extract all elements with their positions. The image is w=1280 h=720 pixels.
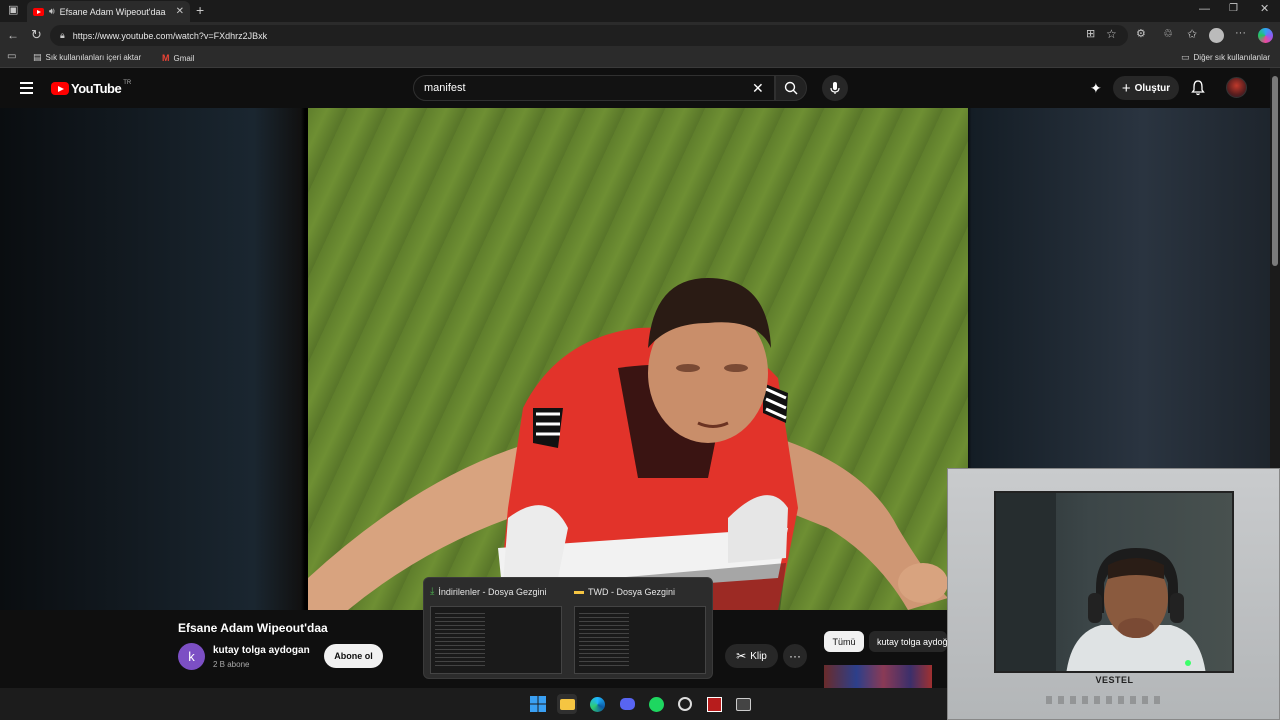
minimize-icon[interactable]: — <box>1199 4 1210 15</box>
close-tab-icon[interactable]: ✕ <box>176 6 184 17</box>
game-app-icon[interactable] <box>704 694 724 714</box>
scrollbar-thumb[interactable] <box>1272 76 1278 266</box>
webcam-overlay: VESTEL <box>947 468 1280 720</box>
address-bar[interactable]: 🔒︎ https://www.youtube.com/watch?v=FXdhr… <box>50 25 1128 46</box>
restore-icon[interactable]: ❐ <box>1229 4 1238 14</box>
clip-label: Klip <box>750 650 767 662</box>
chip-all[interactable]: Tümü <box>824 631 864 652</box>
bookmark-import[interactable]: ▤ Sık kullanılanları içeri aktar <box>33 52 142 63</box>
webcam-feed <box>994 491 1234 673</box>
video-player[interactable] <box>308 108 968 610</box>
file-explorer-icon[interactable] <box>557 694 577 714</box>
windows-taskbar <box>0 688 947 720</box>
url-text: https://www.youtube.com/watch?v=FXdhrz2J… <box>72 30 268 41</box>
site-info-icon[interactable]: 🔒︎ <box>60 31 65 40</box>
ai-sparkle-icon[interactable]: ✦ <box>1090 80 1102 97</box>
region-code: TR <box>123 79 132 86</box>
streamer-face-image <box>996 493 1206 671</box>
audio-playing-icon[interactable]: 🔊︎ <box>49 7 55 16</box>
youtube-logo[interactable]: YouTube TR <box>51 79 132 96</box>
bookmark-gmail[interactable]: M Gmail <box>162 53 194 63</box>
search-input[interactable]: manifest ✕ <box>413 75 775 101</box>
spotify-icon[interactable] <box>646 694 666 714</box>
folder-icon: ▭ <box>1181 52 1190 62</box>
new-tab-icon[interactable]: + <box>196 3 204 17</box>
import-icon: ▤ <box>33 52 42 62</box>
bookmarks-bar: ▭ ▤ Sık kullanılanları içeri aktar M Gma… <box>0 49 1280 68</box>
read-aloud-icon[interactable]: ⊞ <box>1086 29 1095 40</box>
gmail-icon: M <box>162 53 170 63</box>
related-video-thumbnail[interactable] <box>824 665 932 688</box>
address-toolbar: ← ↻ 🔒︎ https://www.youtube.com/watch?v=F… <box>0 22 1280 49</box>
monitor-buttons <box>1046 696 1166 704</box>
monitor-brand-label: VESTEL <box>1095 675 1134 685</box>
browser-tab-bar: ▣ 🔊︎ Efsane Adam Wipeout'daa ✕ + — ❐ ✕ <box>0 0 1280 22</box>
create-label: Oluştur <box>1134 82 1171 94</box>
voice-search-button[interactable] <box>822 75 848 101</box>
preview-title-downloads: İndirilenler - Dosya Gezgini <box>438 586 547 597</box>
profile-icon[interactable] <box>1209 28 1224 43</box>
account-avatar[interactable] <box>1226 77 1247 98</box>
download-icon: ⤓ <box>430 586 435 597</box>
clip-button[interactable]: ✂ Klip <box>725 644 778 668</box>
channel-name[interactable]: kutay tolga aydogan <box>213 645 310 656</box>
video-frame-image <box>308 278 948 610</box>
search-query: manifest <box>424 82 466 94</box>
browser-essentials-icon[interactable]: ♲ <box>1163 29 1173 40</box>
youtube-logo-icon <box>51 82 69 95</box>
collections-icon[interactable]: ✩ <box>1187 28 1197 40</box>
preview-thumbnail <box>574 606 706 674</box>
channel-avatar[interactable]: k <box>178 643 205 670</box>
tab-title: Efsane Adam Wipeout'daa <box>59 6 166 17</box>
taskbar-preview-popup: ⤓ İndirilenler - Dosya Gezgini ▬ TWD - D… <box>423 577 713 679</box>
preview-thumbnail <box>430 606 562 674</box>
sidebar-toggle-icon[interactable]: ▭ <box>7 52 16 62</box>
scissors-icon: ✂ <box>736 649 747 663</box>
copilot-icon[interactable] <box>1258 28 1273 43</box>
notifications-bell-icon[interactable] <box>1191 80 1205 96</box>
bookmark-gmail-label: Gmail <box>173 53 195 63</box>
video-title: Efsane Adam Wipeout'daa <box>178 621 328 635</box>
subscribe-button[interactable]: Abone ol <box>324 644 383 668</box>
tool-app-icon[interactable] <box>733 694 753 714</box>
windows-start-icon[interactable] <box>528 694 548 714</box>
search-icon <box>784 81 798 95</box>
preview-downloads-window[interactable]: ⤓ İndirilenler - Dosya Gezgini <box>426 582 564 676</box>
clear-search-icon[interactable]: ✕ <box>752 80 764 97</box>
tab-actions-icon[interactable]: ▣ <box>8 5 18 16</box>
bookmark-other-label: Diğer sık kullanılanlar <box>1193 53 1270 62</box>
preview-twd-window[interactable]: ▬ TWD - Dosya Gezgini <box>570 582 708 676</box>
youtube-logo-text: YouTube <box>71 81 122 96</box>
menu-icon[interactable] <box>20 82 33 94</box>
folder-icon: ▬ <box>574 586 584 597</box>
settings-more-icon[interactable]: ··· <box>1235 28 1246 39</box>
microphone-icon <box>830 82 840 94</box>
steam-icon[interactable] <box>675 694 695 714</box>
search-button[interactable] <box>775 75 807 101</box>
tab-youtube[interactable]: 🔊︎ Efsane Adam Wipeout'daa ✕ <box>27 1 190 22</box>
youtube-header: YouTube TR manifest ✕ ✦ + Oluştur <box>0 68 1270 108</box>
discord-icon[interactable] <box>617 694 637 714</box>
preview-title-twd: TWD - Dosya Gezgini <box>588 586 676 597</box>
bookmark-import-label: Sık kullanılanları içeri aktar <box>45 53 142 62</box>
back-icon[interactable]: ← <box>7 29 19 41</box>
create-button[interactable]: + Oluştur <box>1113 76 1179 100</box>
refresh-icon[interactable]: ↻ <box>31 28 42 41</box>
extensions-icon[interactable]: ⚙ <box>1136 29 1146 40</box>
close-window-icon[interactable]: ✕ <box>1260 4 1269 15</box>
edge-browser-icon[interactable] <box>587 694 607 714</box>
subscriber-count: 2 B abone <box>213 660 250 669</box>
more-actions-button[interactable]: ··· <box>783 644 807 668</box>
youtube-favicon-icon <box>33 7 44 16</box>
bookmark-other-folder[interactable]: ▭ Diğer sık kullanılanlar <box>1181 52 1270 63</box>
chip-channel[interactable]: kutay tolga aydoğ <box>869 631 947 652</box>
favorite-star-icon[interactable]: ☆ <box>1106 28 1117 40</box>
plus-icon: + <box>1121 79 1131 97</box>
